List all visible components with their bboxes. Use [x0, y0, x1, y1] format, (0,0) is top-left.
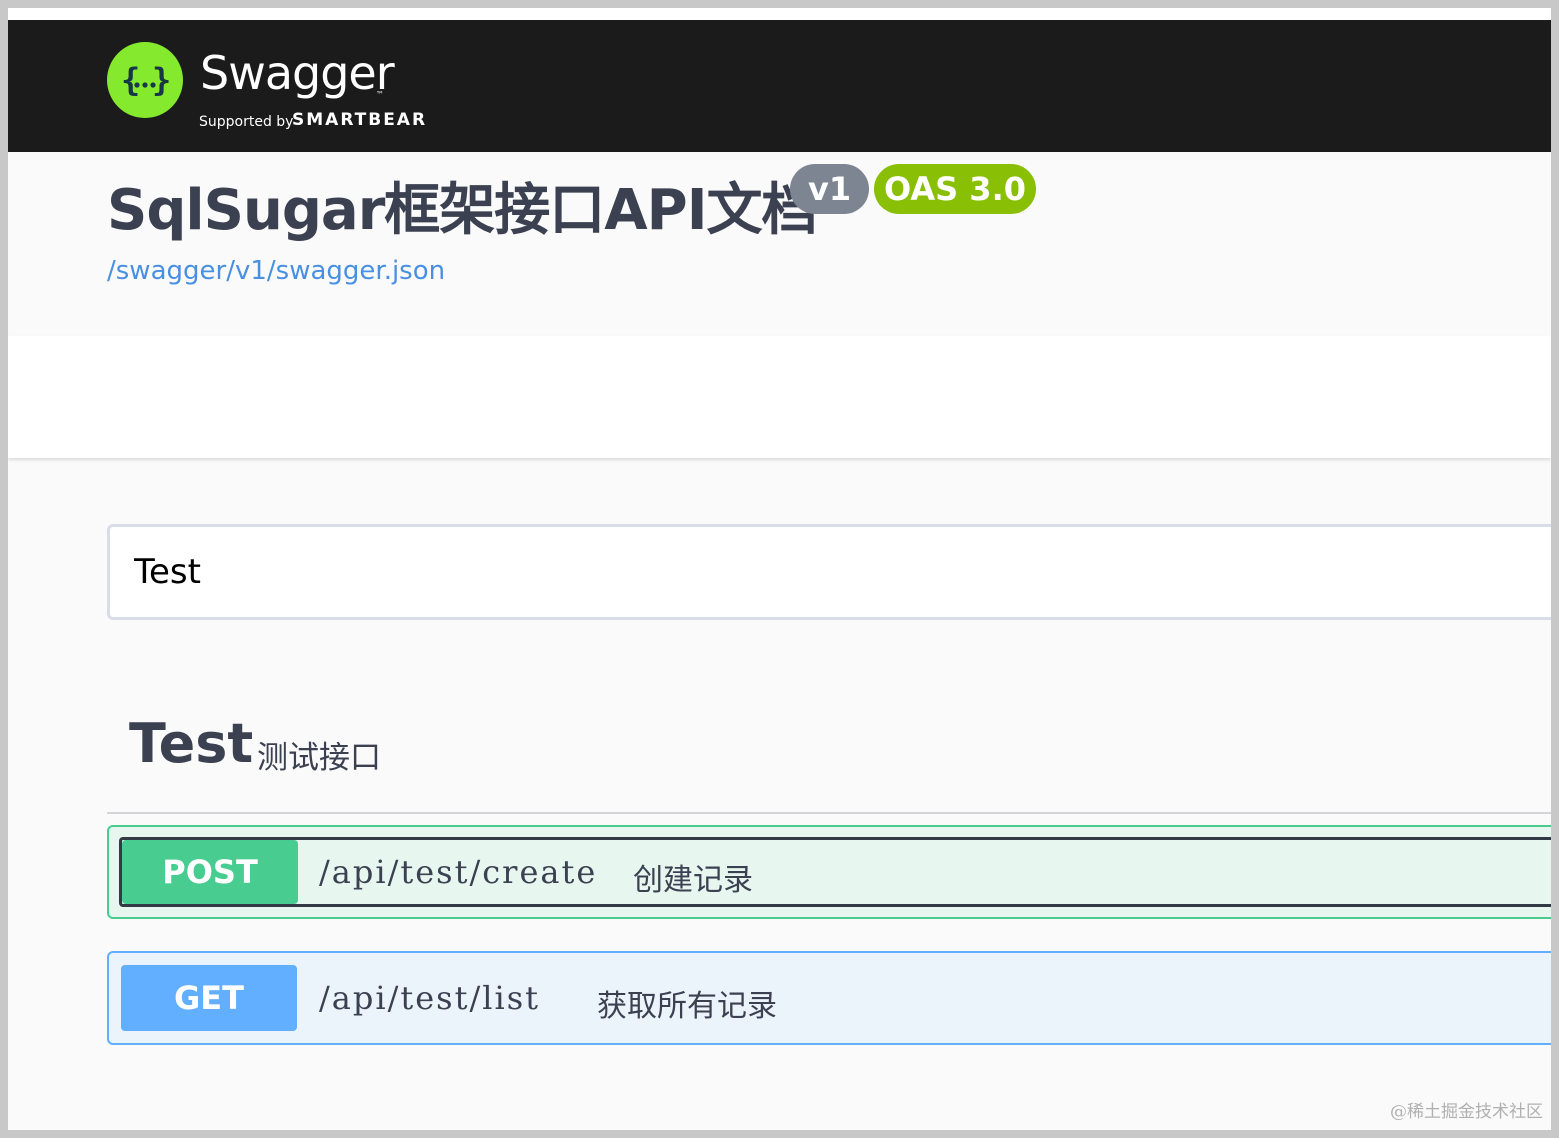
operation-summary: 创建记录 — [633, 863, 753, 898]
version-badge: v1 — [790, 164, 870, 214]
method-badge-get: GET — [121, 965, 297, 1031]
info-section: SqlSugar框架接口API文档 v1 OAS 3.0 /swagger/v1… — [8, 152, 1551, 336]
operation-post-create[interactable]: POST /api/test/create 创建记录 — [107, 825, 1551, 919]
swagger-logo-icon[interactable]: { } — [107, 42, 183, 118]
svg-text:}: } — [152, 61, 171, 99]
watermark: @稀土掘金技术社区 — [1390, 1102, 1543, 1122]
tag-description: 测试接口 — [257, 740, 381, 776]
filter-input[interactable] — [107, 524, 1551, 620]
top-border — [8, 8, 1551, 20]
svg-text:{: { — [121, 61, 140, 99]
brand-name: Swagger — [200, 46, 395, 100]
tag-section-header[interactable]: Test 测试接口 — [107, 698, 1551, 814]
method-badge-post: POST — [122, 840, 298, 904]
swagger-page: { } Swagger ™ Supported by SMARTBEAR Sql… — [8, 8, 1551, 1130]
tag-name: Test — [129, 712, 254, 775]
operation-path: /api/test/create — [319, 853, 598, 891]
oas-badge: OAS 3.0 — [874, 164, 1036, 214]
topbar: { } Swagger ™ Supported by SMARTBEAR — [8, 20, 1551, 152]
scheme-container — [8, 336, 1551, 458]
operation-summary: 获取所有记录 — [597, 989, 777, 1024]
supported-by-label: Supported by — [199, 114, 294, 130]
operation-path: /api/test/list — [319, 979, 540, 1017]
operation-get-list[interactable]: GET /api/test/list 获取所有记录 — [107, 951, 1551, 1045]
api-title: SqlSugar框架接口API文档 — [107, 178, 818, 243]
braces-icon: { } — [121, 61, 171, 99]
spec-json-link[interactable]: /swagger/v1/swagger.json — [107, 256, 445, 286]
trademark-symbol: ™ — [376, 90, 384, 99]
smartbear-label: SMARTBEAR — [292, 110, 428, 130]
